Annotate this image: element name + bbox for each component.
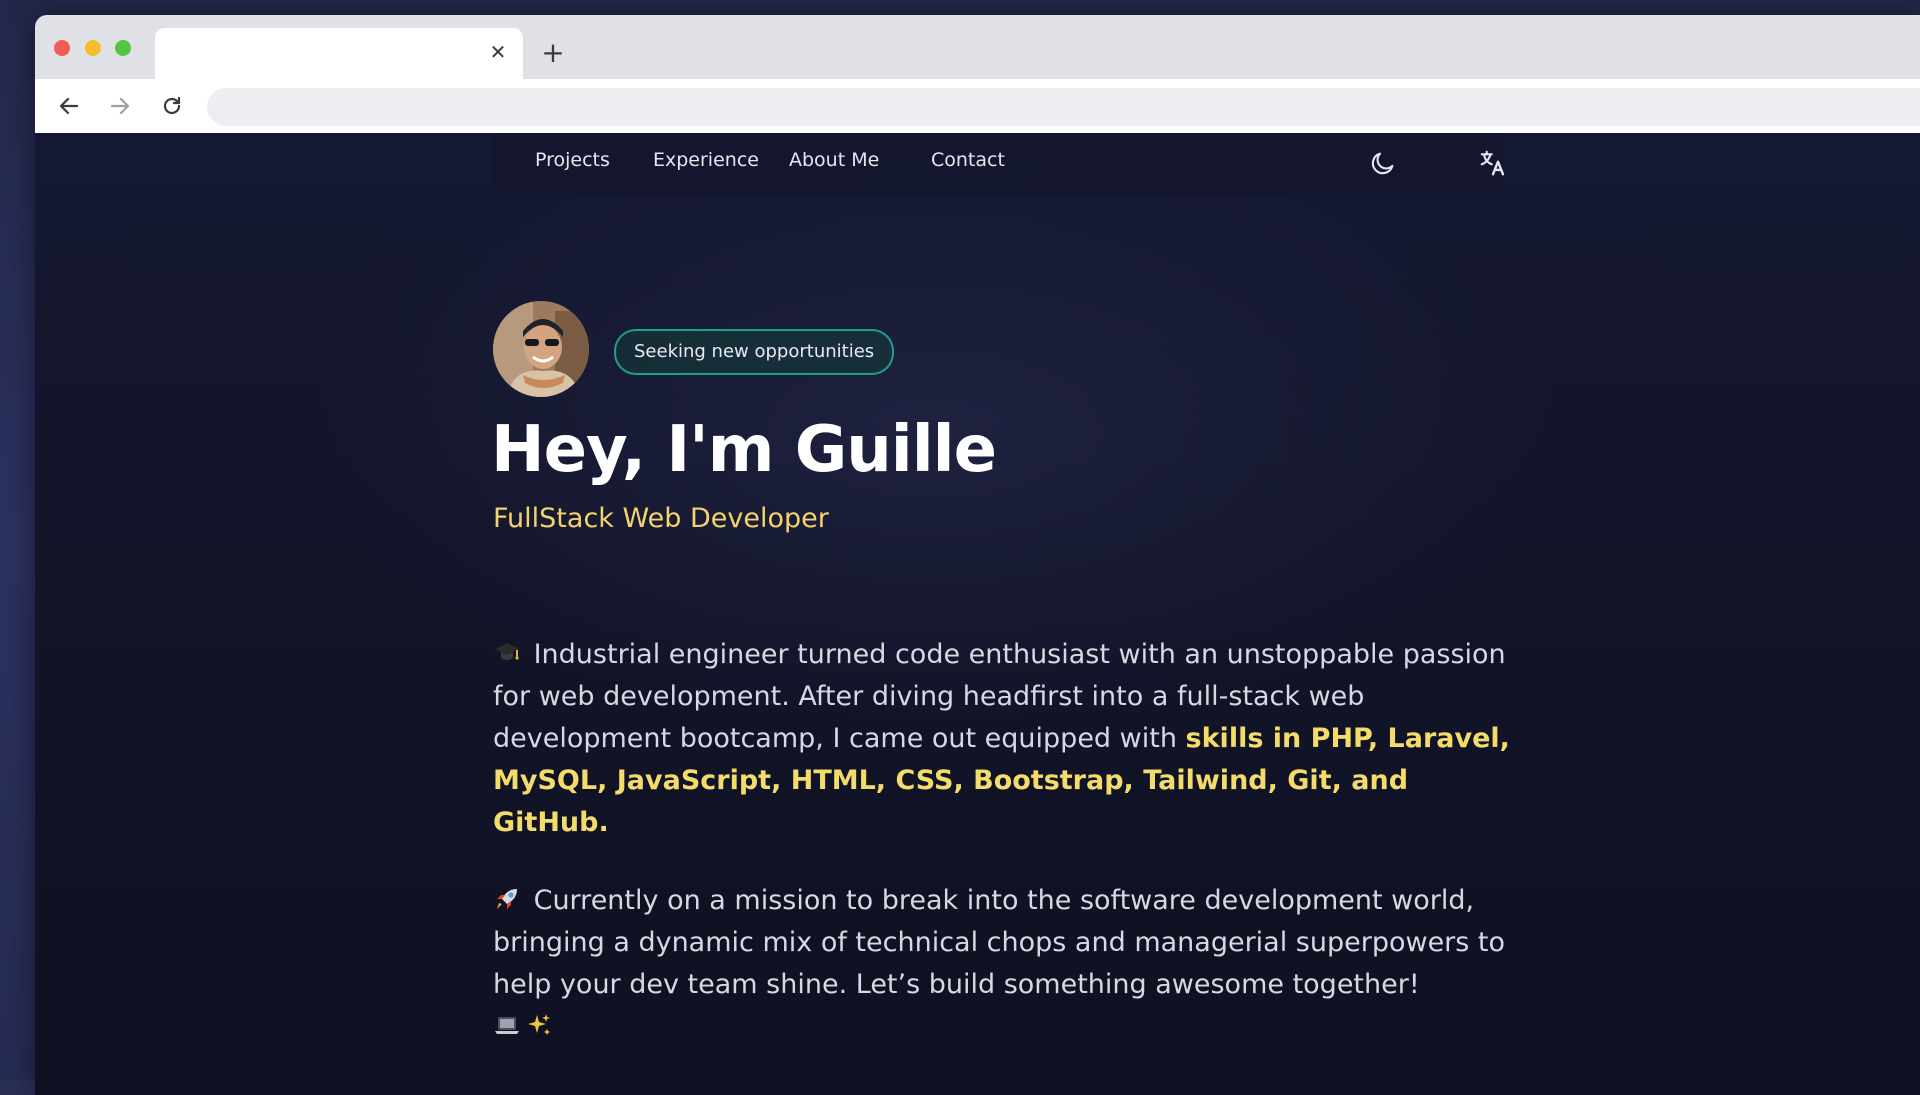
maximize-window-button[interactable] [115,40,131,56]
address-bar[interactable] [207,88,1920,126]
nav-link-about-me[interactable]: About Me [789,149,879,171]
graduation-cap-icon [495,643,519,660]
browser-window: ✕ + Projects Experience About Me Contact… [35,15,1920,1095]
minimize-window-button[interactable] [85,40,101,56]
status-badge: Seeking new opportunities [614,329,895,375]
browser-tab[interactable]: ✕ [155,28,523,79]
page-subtitle: FullStack Web Developer [493,503,829,534]
translate-icon [1480,150,1505,176]
nav-link-contact[interactable]: Contact [931,149,1005,171]
about-paragraph-1: Industrial engineer turned code enthusia… [493,634,1513,844]
back-button[interactable] [54,91,84,121]
new-tab-button[interactable]: + [540,39,566,67]
avatar [493,301,589,397]
close-window-button[interactable] [54,40,70,56]
reload-icon [163,96,181,115]
reload-button[interactable] [157,91,187,121]
page-title: Hey, I'm Guille [491,413,997,487]
forward-button[interactable] [105,91,135,121]
arrow-right-icon [110,97,130,115]
sparkles-icon [528,1014,550,1035]
nav-link-projects[interactable]: Projects [535,149,610,171]
tab-strip: ✕ + [35,15,1920,79]
arrow-left-icon [59,97,79,115]
site-navigation: Projects Experience About Me Contact [493,133,1505,197]
profile-photo [493,301,589,397]
laptop-icon [495,1017,519,1034]
tab-close-icon[interactable]: ✕ [487,41,509,63]
moon-icon [1371,152,1394,175]
web-page: Projects Experience About Me Contact See… [35,133,1920,1095]
about-paragraph-2-text: Currently on a mission to break into the… [493,885,1506,1000]
about-paragraph-2: Currently on a mission to break into the… [493,880,1513,1048]
rocket-icon [497,889,517,909]
theme-toggle-button[interactable] [1367,147,1399,179]
browser-toolbar [35,79,1920,133]
nav-link-experience[interactable]: Experience [653,149,759,171]
language-switch-button[interactable] [1477,147,1509,179]
desktop-background: ✕ + Projects Experience About Me Contact… [0,0,1920,1095]
